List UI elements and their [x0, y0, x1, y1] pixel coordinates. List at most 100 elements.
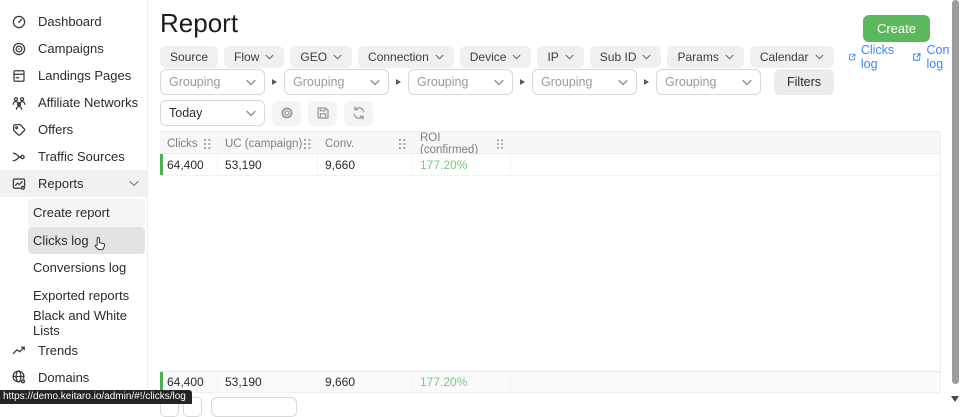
subitem-label: Black and White Lists — [33, 308, 145, 338]
chip-label: Calendar — [760, 50, 809, 64]
column-header-conv[interactable]: Conv. — [318, 132, 413, 156]
grouping-select-2[interactable]: Grouping — [284, 69, 389, 95]
settings-button[interactable] — [272, 101, 301, 126]
drag-handle-icon[interactable] — [399, 139, 406, 150]
traffic-sources-icon — [11, 149, 27, 165]
sidebar-item-traffic-sources[interactable]: Traffic Sources — [0, 143, 147, 170]
cell-uc-campaign: 53,190 — [218, 154, 318, 175]
filter-chip-geo[interactable]: GEO — [290, 46, 352, 68]
column-header-roi-confirmed[interactable]: ROI (confirmed) — [413, 132, 511, 156]
summary-clicks: 64,400 — [160, 372, 218, 392]
table-row[interactable]: 64,400 53,190 9,660 177.20% — [160, 154, 940, 176]
chevron-down-icon — [435, 54, 444, 60]
arrow-right-icon — [272, 79, 277, 85]
arrow-right-icon — [396, 79, 401, 85]
create-button[interactable]: Create — [863, 15, 930, 42]
filter-chip-ip[interactable]: IP — [537, 46, 583, 68]
toolbar-row: Today — [160, 100, 373, 126]
date-range-value: Today — [169, 106, 202, 120]
sidebar-item-dashboard[interactable]: Dashboard — [0, 8, 147, 35]
sidebar-item-domains[interactable]: Domains — [0, 364, 147, 391]
column-header-empty — [511, 132, 940, 156]
scrollbar-down-arrow-icon[interactable] — [951, 396, 959, 402]
report-table: Clicks UC (campaign) Conv. ROI (confirme… — [160, 131, 941, 394]
sidebar-item-label: Reports — [38, 176, 84, 191]
sidebar-item-reports[interactable]: Reports — [0, 170, 147, 197]
column-header-clicks[interactable]: Clicks — [160, 132, 218, 156]
filter-chip-sub-id[interactable]: Sub ID — [590, 46, 662, 68]
sidebar-item-label: Offers — [38, 122, 73, 137]
sidebar-subitem-clicks-log[interactable]: Clicks log — [28, 227, 145, 255]
grouping-select-1[interactable]: Grouping — [160, 69, 265, 95]
filter-chip-params[interactable]: Params — [667, 46, 743, 68]
table-summary-row: 64,400 53,190 9,660 177.20% — [160, 371, 940, 393]
reports-submenu: Create report Clicks log Conversions log… — [0, 199, 147, 337]
chip-label: Device — [470, 50, 507, 64]
subitem-label: Exported reports — [33, 288, 129, 303]
sidebar-subitem-create-report[interactable]: Create report — [28, 199, 145, 227]
grouping-select-4[interactable]: Grouping — [532, 69, 637, 95]
sidebar: Dashboard Campaigns Landings Pages Affil… — [0, 0, 148, 404]
grouping-placeholder: Grouping — [293, 75, 344, 89]
sidebar-item-landings-pages[interactable]: Landings Pages — [0, 62, 147, 89]
sidebar-item-label: Traffic Sources — [38, 149, 125, 164]
column-label: ROI (confirmed) — [420, 132, 497, 156]
chevron-down-icon — [129, 180, 139, 187]
sidebar-item-offers[interactable]: Offers — [0, 116, 147, 143]
column-label: UC (campaign) — [225, 138, 302, 150]
sidebar-item-label: Domains — [38, 370, 89, 385]
sidebar-item-label: Affiliate Networks — [38, 95, 138, 110]
sidebar-subitem-exported-reports[interactable]: Exported reports — [28, 282, 145, 310]
sidebar-item-label: Dashboard — [38, 14, 102, 29]
chip-label: Source — [170, 50, 208, 64]
filter-chip-connection[interactable]: Connection — [358, 46, 454, 68]
chip-label: Sub ID — [600, 50, 637, 64]
sidebar-subitem-black-white-lists[interactable]: Black and White Lists — [28, 309, 145, 337]
page-size-select[interactable] — [211, 397, 297, 417]
refresh-button[interactable] — [344, 101, 373, 126]
sidebar-item-label: Trends — [38, 343, 78, 358]
arrow-right-icon — [644, 79, 649, 85]
filter-chip-device[interactable]: Device — [460, 46, 532, 68]
save-report-button[interactable] — [308, 101, 337, 126]
clicks-log-link[interactable]: Clicks log — [848, 43, 898, 71]
drag-handle-icon[interactable] — [204, 139, 211, 150]
subitem-label: Clicks log — [33, 233, 89, 248]
filter-chip-calendar[interactable]: Calendar — [750, 46, 834, 68]
grouping-select-5[interactable]: Grouping — [656, 69, 761, 95]
landing-pages-icon — [11, 68, 27, 84]
main-content: Report Create Source Flow GEO Connection… — [149, 0, 946, 404]
grouping-select-3[interactable]: Grouping — [408, 69, 513, 95]
drag-handle-icon[interactable] — [497, 139, 504, 150]
chevron-down-icon — [725, 54, 734, 60]
vertical-scrollbar[interactable] — [950, 0, 960, 404]
chevron-down-icon — [246, 79, 256, 86]
scrollbar-thumb[interactable] — [952, 0, 959, 384]
filter-chip-flow[interactable]: Flow — [224, 46, 284, 68]
chevron-down-icon — [618, 79, 628, 86]
sidebar-item-trends[interactable]: Trends — [0, 337, 147, 364]
chevron-down-icon — [815, 54, 824, 60]
column-label: Clicks — [167, 138, 198, 150]
row-accent-bar — [160, 372, 163, 392]
sidebar-item-campaigns[interactable]: Campaigns — [0, 35, 147, 62]
column-header-uc-campaign[interactable]: UC (campaign) — [218, 132, 318, 156]
grouping-placeholder: Grouping — [169, 75, 220, 89]
chevron-down-icon — [370, 79, 380, 86]
cell-empty — [511, 154, 940, 175]
link-label: Clicks log — [861, 43, 898, 71]
sidebar-item-affiliate-networks[interactable]: Affiliate Networks — [0, 89, 147, 116]
campaigns-icon — [11, 41, 27, 57]
chevron-down-icon — [265, 54, 274, 60]
subitem-label: Create report — [33, 205, 110, 220]
filter-chip-source[interactable]: Source — [160, 46, 218, 68]
summary-uc-campaign: 53,190 — [218, 372, 318, 392]
cell-roi: 177.20% — [413, 154, 511, 175]
column-label: Conv. — [325, 138, 354, 150]
date-range-select[interactable]: Today — [160, 100, 265, 126]
chevron-down-icon — [565, 54, 574, 60]
filters-button[interactable]: Filters — [774, 69, 834, 95]
sidebar-item-label: Landings Pages — [38, 68, 131, 83]
sidebar-subitem-conversions-log[interactable]: Conversions log — [28, 254, 145, 282]
drag-handle-icon[interactable] — [304, 139, 311, 150]
